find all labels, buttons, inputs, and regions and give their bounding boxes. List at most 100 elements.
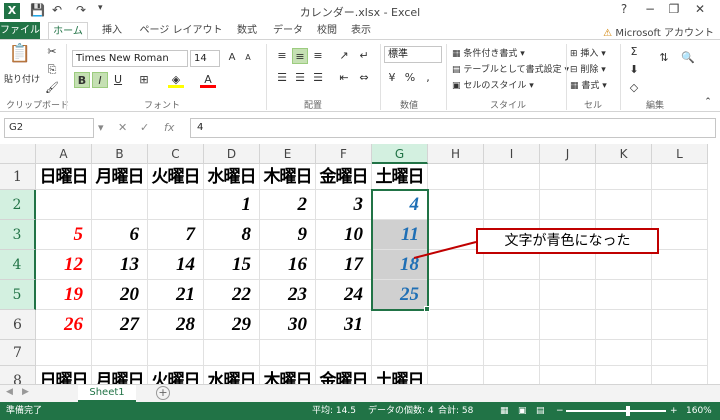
currency-icon[interactable]: ¥ (384, 70, 400, 86)
account-link[interactable]: ⚠ Microsoft アカウント (603, 24, 714, 39)
cell[interactable] (484, 340, 540, 366)
zoom-out-icon[interactable]: − (556, 402, 564, 420)
column-header[interactable]: H (428, 144, 484, 164)
weekday-cell[interactable]: 金曜日 (316, 164, 372, 190)
cell[interactable] (316, 340, 372, 366)
row-header[interactable]: 8 (0, 366, 36, 384)
cell[interactable] (596, 250, 652, 280)
cell[interactable] (428, 366, 484, 384)
align-middle-icon[interactable]: ≡ (292, 48, 308, 64)
align-left-icon[interactable]: ☰ (274, 70, 290, 86)
cell[interactable] (596, 340, 652, 366)
weekday-cell[interactable]: 日曜日 (36, 164, 92, 190)
column-header[interactable]: C (148, 144, 204, 164)
cell[interactable] (260, 340, 316, 366)
sheet-tab-sheet1[interactable]: Sheet1 (78, 385, 136, 402)
weekday-cell[interactable]: 木曜日 (260, 366, 316, 384)
delete-cells-button[interactable]: ⊟ 削除 ▾ (570, 62, 606, 75)
zoom-slider-thumb[interactable] (626, 406, 630, 416)
cell[interactable] (540, 366, 596, 384)
tab-insert[interactable]: 挿入 (94, 22, 130, 40)
row-header[interactable]: 5 (0, 280, 36, 310)
date-cell[interactable]: 12 (36, 250, 92, 280)
formula-input[interactable]: 4 (190, 118, 716, 138)
fill-color-icon[interactable]: ◈ (168, 72, 184, 88)
namebox-dropdown-icon[interactable]: ▾ (98, 118, 104, 138)
cell[interactable] (36, 340, 92, 366)
column-header[interactable]: J (540, 144, 596, 164)
merge-icon[interactable]: ⇔ (356, 70, 372, 86)
date-cell[interactable]: 20 (92, 280, 148, 310)
weekday-cell[interactable]: 月曜日 (92, 164, 148, 190)
row-header[interactable]: 7 (0, 340, 36, 366)
date-cell[interactable]: 27 (92, 310, 148, 340)
date-cell[interactable] (372, 310, 428, 340)
cell[interactable] (484, 280, 540, 310)
cell[interactable] (596, 280, 652, 310)
date-cell[interactable]: 17 (316, 250, 372, 280)
cell[interactable] (540, 340, 596, 366)
cell[interactable] (652, 310, 708, 340)
date-cell[interactable]: 3 (316, 190, 372, 220)
align-top-icon[interactable]: ≡ (274, 48, 290, 64)
cell[interactable] (484, 250, 540, 280)
name-box[interactable]: G2 (4, 118, 94, 138)
cell[interactable] (596, 164, 652, 190)
cell[interactable] (148, 340, 204, 366)
date-cell[interactable]: 13 (92, 250, 148, 280)
sheet-nav-next-icon[interactable]: ▶ (22, 387, 29, 397)
date-cell[interactable]: 24 (316, 280, 372, 310)
date-cell[interactable]: 5 (36, 220, 92, 250)
tab-home[interactable]: ホーム (48, 22, 88, 40)
row-header[interactable]: 4 (0, 250, 36, 280)
date-cell[interactable]: 4 (372, 190, 428, 220)
cell[interactable] (484, 366, 540, 384)
weekday-cell[interactable]: 日曜日 (36, 366, 92, 384)
column-header[interactable]: K (596, 144, 652, 164)
date-cell[interactable]: 16 (260, 250, 316, 280)
cut-icon[interactable]: ✂ (44, 44, 60, 60)
row-header[interactable]: 3 (0, 220, 36, 250)
date-cell[interactable]: 7 (148, 220, 204, 250)
column-header[interactable]: E (260, 144, 316, 164)
number-format-select[interactable]: 標準 (384, 46, 442, 63)
normal-view-icon[interactable]: ▦ (500, 402, 509, 420)
row-header[interactable]: 6 (0, 310, 36, 340)
format-painter-icon[interactable]: 🖌 (44, 80, 60, 96)
tab-file[interactable]: ファイル (0, 22, 40, 40)
format-as-table-button[interactable]: ▤ テーブルとして書式設定 ▾ (452, 62, 569, 75)
cell-styles-button[interactable]: ▣ セルのスタイル ▾ (452, 78, 534, 91)
underline-button[interactable]: U (110, 72, 126, 88)
cell[interactable] (204, 340, 260, 366)
cell[interactable] (540, 250, 596, 280)
borders-icon[interactable]: ⊞ (136, 72, 152, 88)
conditional-format-button[interactable]: ▦ 条件付き書式 ▾ (452, 46, 525, 59)
weekday-cell[interactable]: 水曜日 (204, 366, 260, 384)
cell[interactable] (428, 280, 484, 310)
wrap-text-icon[interactable]: ↵ (356, 48, 372, 64)
fill-handle[interactable] (424, 306, 430, 312)
sheet-nav-prev-icon[interactable]: ◀ (6, 387, 13, 397)
copy-icon[interactable]: ⎘ (44, 62, 60, 78)
align-bottom-icon[interactable]: ≡ (310, 48, 326, 64)
date-cell[interactable]: 9 (260, 220, 316, 250)
tab-formulas[interactable]: 数式 (230, 22, 264, 40)
help-icon[interactable]: ? (614, 2, 634, 16)
column-header[interactable]: F (316, 144, 372, 164)
minimize-button[interactable]: − (640, 2, 660, 16)
date-cell[interactable]: 14 (148, 250, 204, 280)
cell[interactable] (540, 164, 596, 190)
date-cell[interactable]: 2 (260, 190, 316, 220)
autosum-icon[interactable]: Σ (626, 44, 642, 60)
cell[interactable] (484, 190, 540, 220)
date-cell[interactable]: 30 (260, 310, 316, 340)
insert-cells-button[interactable]: ⊞ 挿入 ▾ (570, 46, 606, 59)
restore-button[interactable]: ❐ (664, 2, 684, 16)
date-cell[interactable]: 21 (148, 280, 204, 310)
date-cell[interactable]: 28 (148, 310, 204, 340)
tab-page-layout[interactable]: ページ レイアウト (136, 22, 226, 40)
cell[interactable] (596, 310, 652, 340)
date-cell[interactable]: 29 (204, 310, 260, 340)
cell[interactable] (428, 310, 484, 340)
orientation-icon[interactable]: ↗ (336, 48, 352, 64)
